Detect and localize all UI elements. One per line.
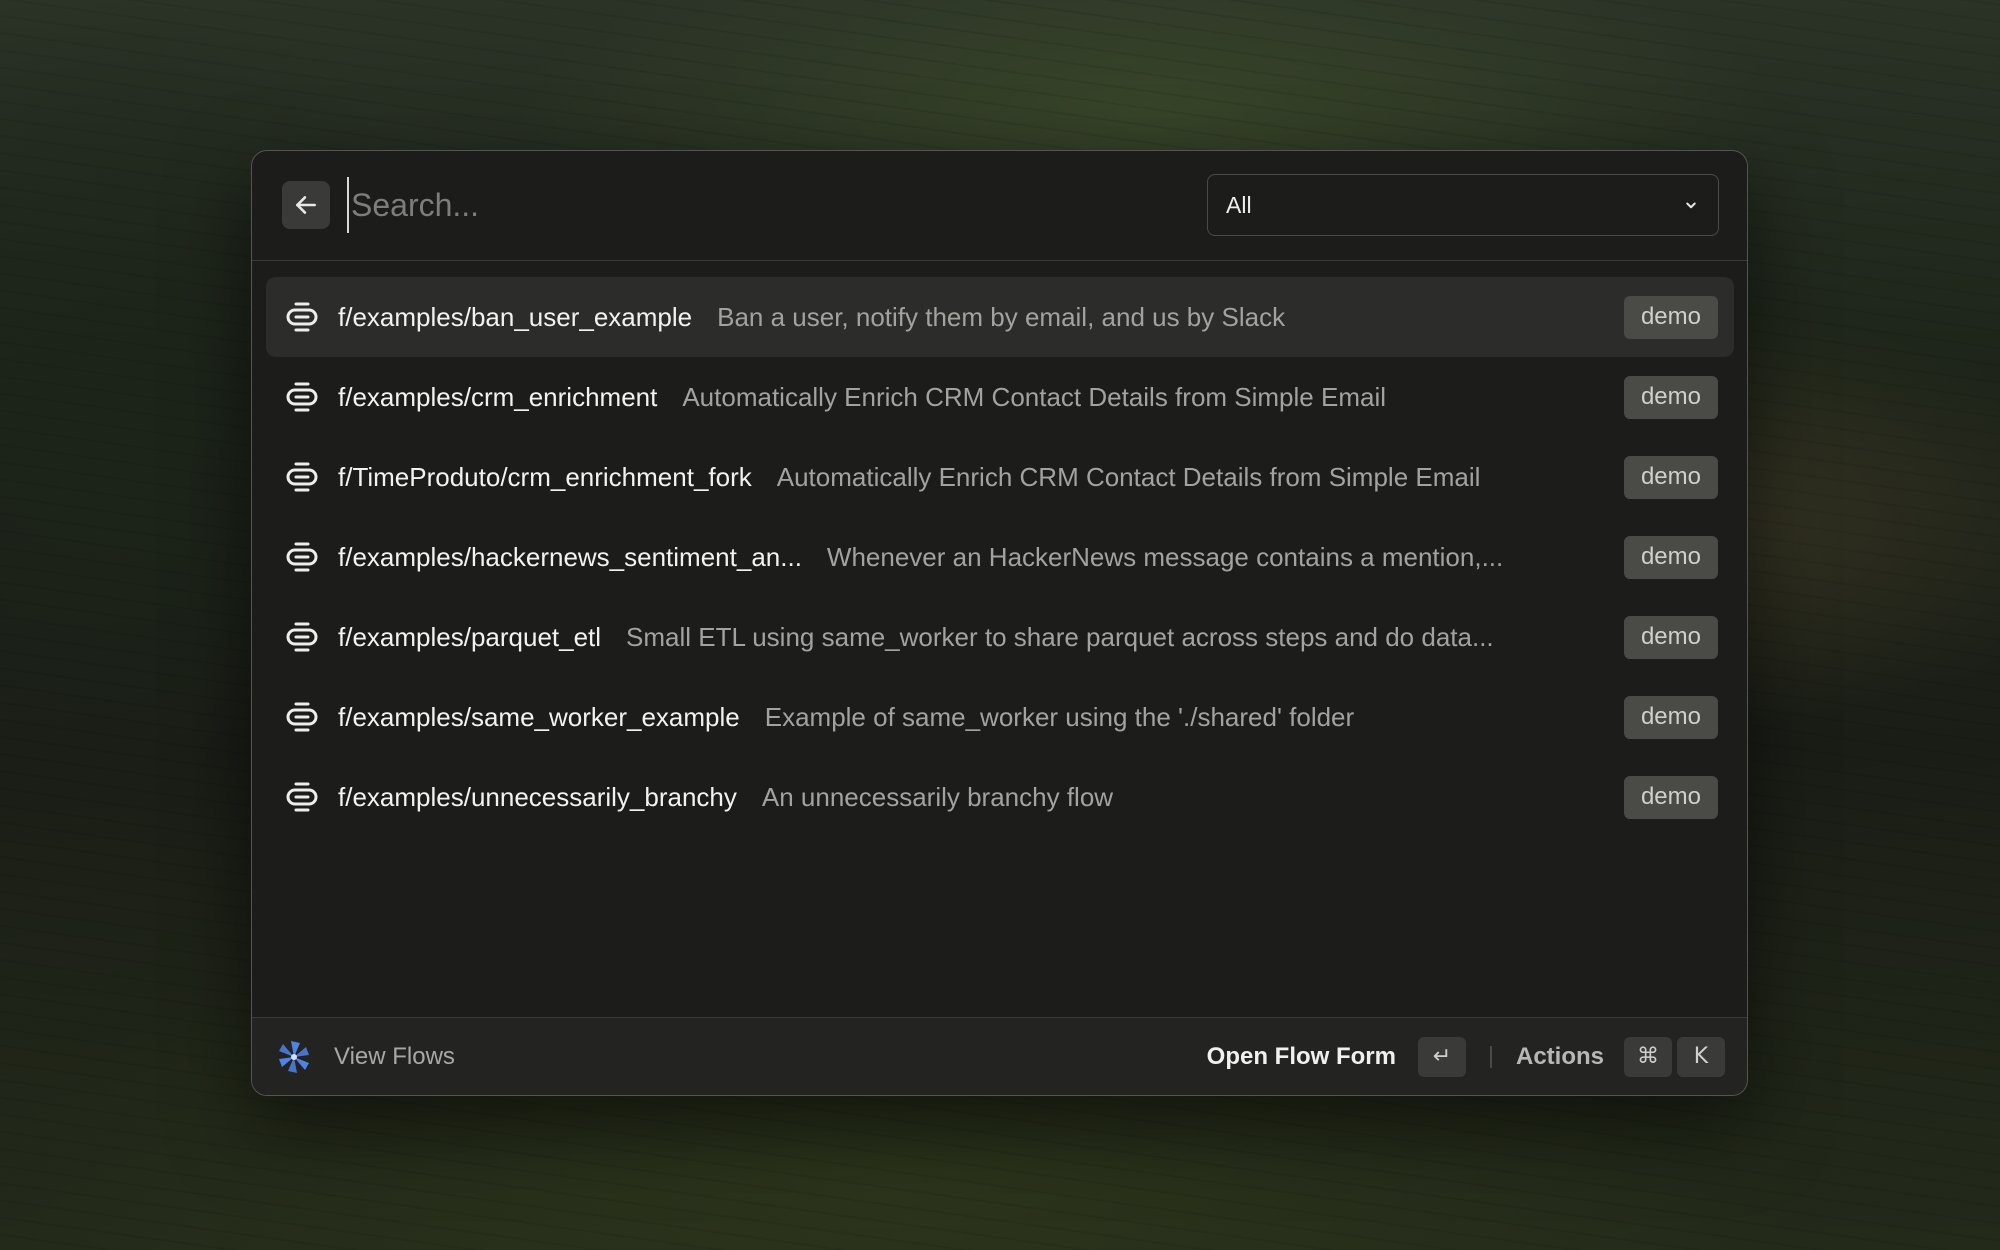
result-description: Automatically Enrich CRM Contact Details… (682, 381, 1386, 412)
flow-icon (282, 537, 322, 577)
flow-icon (282, 697, 322, 737)
result-row[interactable]: f/examples/ban_user_example Ban a user, … (266, 277, 1734, 357)
result-badge: demo (1623, 375, 1718, 419)
result-path: f/examples/unnecessarily_branchy (338, 781, 737, 812)
result-badge: demo (1623, 615, 1718, 659)
result-row[interactable]: f/examples/hackernews_sentiment_an... Wh… (266, 517, 1734, 597)
result-row[interactable]: f/examples/unnecessarily_branchy An unne… (266, 757, 1734, 837)
results-list: f/examples/ban_user_example Ban a user, … (266, 277, 1734, 837)
flow-icon (282, 777, 322, 817)
result-row[interactable]: f/examples/same_worker_example Example o… (266, 677, 1734, 757)
footer-actions: Open Flow Form ↵ Actions ⌘ K (1207, 1036, 1725, 1077)
search-bar: All (252, 151, 1747, 261)
back-button[interactable] (282, 181, 330, 229)
filter-selected-value: All (1226, 191, 1252, 218)
open-flow-form-button[interactable]: Open Flow Form (1207, 1043, 1396, 1071)
footer-title: View Flows (334, 1042, 455, 1070)
result-badge: demo (1623, 295, 1718, 339)
result-badge: demo (1623, 455, 1718, 499)
filter-select[interactable]: All (1207, 174, 1719, 236)
flow-icon (282, 457, 322, 497)
chevron-down-icon (1682, 196, 1700, 214)
result-row[interactable]: f/examples/parquet_etl Small ETL using s… (266, 597, 1734, 677)
k-key-hint: K (1677, 1036, 1725, 1077)
result-row[interactable]: f/examples/crm_enrichment Automatically … (266, 357, 1734, 437)
result-badge: demo (1623, 535, 1718, 579)
result-path: f/examples/crm_enrichment (338, 381, 658, 412)
result-badge: demo (1623, 695, 1718, 739)
arrow-left-icon (293, 192, 319, 218)
command-key-hint: ⌘ (1624, 1036, 1672, 1077)
windmill-logo-icon (274, 1037, 314, 1077)
result-description: Automatically Enrich CRM Contact Details… (776, 461, 1481, 492)
result-path: f/examples/hackernews_sentiment_an... (338, 541, 802, 572)
result-description: Small ETL using same_worker to share par… (626, 621, 1494, 652)
result-path: f/examples/ban_user_example (338, 301, 693, 332)
result-description: An unnecessarily branchy flow (761, 781, 1114, 812)
command-palette: All f/examples/ban_user_example Ban a us… (251, 150, 1748, 1096)
footer-divider (1489, 1045, 1492, 1068)
palette-footer: View Flows Open Flow Form ↵ Actions ⌘ K (252, 1017, 1747, 1095)
enter-key-hint: ↵ (1417, 1036, 1466, 1077)
result-description: Whenever an HackerNews message contains … (826, 541, 1504, 572)
flow-icon (282, 377, 322, 417)
flow-icon (282, 617, 322, 657)
actions-button[interactable]: Actions (1516, 1043, 1604, 1071)
result-row[interactable]: f/TimeProduto/crm_enrichment_fork Automa… (266, 437, 1734, 517)
result-description: Ban a user, notify them by email, and us… (717, 301, 1286, 332)
result-path: f/examples/same_worker_example (338, 701, 740, 732)
result-description: Example of same_worker using the './shar… (764, 701, 1355, 732)
result-badge: demo (1623, 775, 1718, 819)
result-path: f/TimeProduto/crm_enrichment_fork (338, 461, 752, 492)
result-path: f/examples/parquet_etl (338, 621, 602, 652)
flow-icon (282, 297, 322, 337)
search-input[interactable] (347, 177, 1151, 233)
